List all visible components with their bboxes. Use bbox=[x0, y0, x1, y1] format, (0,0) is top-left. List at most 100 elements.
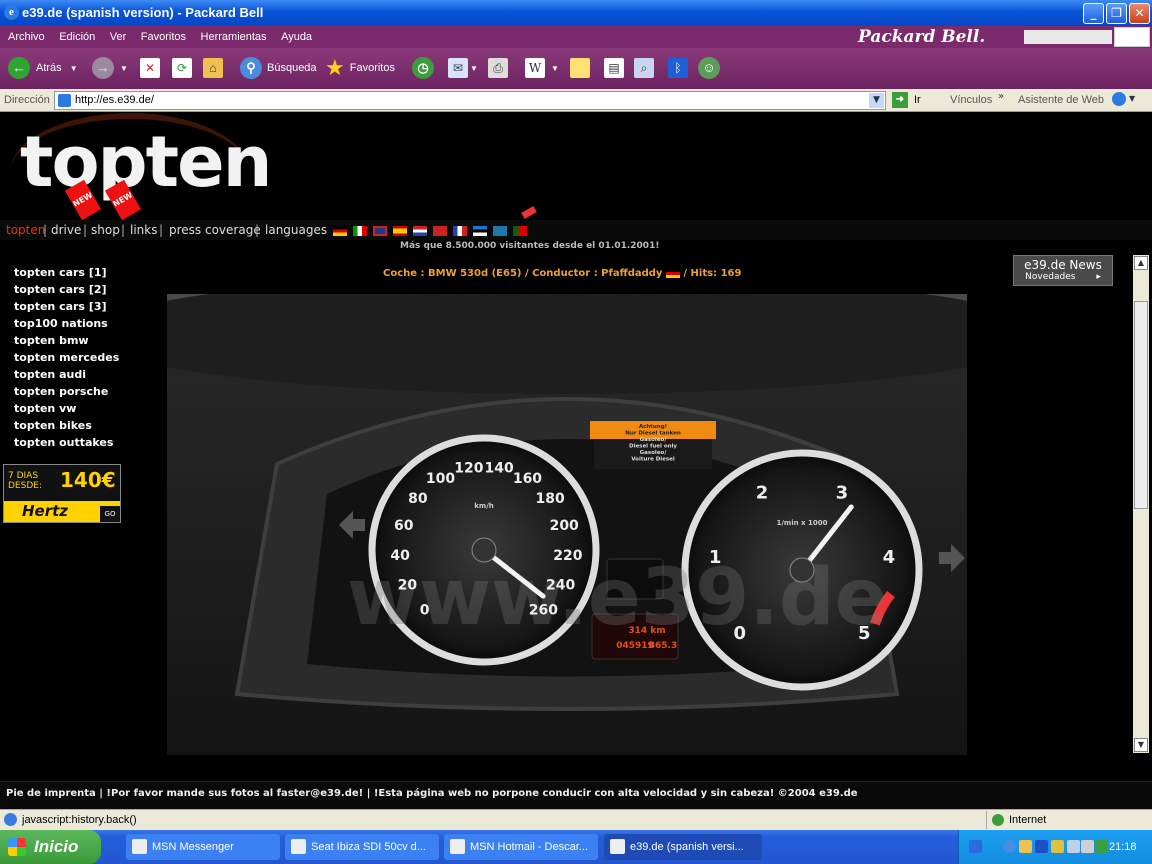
menu-archivo[interactable]: Archivo bbox=[8, 26, 45, 48]
forward-button[interactable]: → ▼ bbox=[92, 56, 128, 80]
flag-nl-icon[interactable] bbox=[413, 226, 427, 236]
tacho-tick-label: 2 bbox=[756, 483, 769, 504]
flag-ee-icon[interactable] bbox=[473, 226, 487, 236]
warning-label-line: Nur Diesel tanken bbox=[625, 431, 681, 437]
history-icon: ◷ bbox=[412, 57, 434, 79]
menu-topten-mercedes[interactable]: topten mercedes bbox=[14, 351, 119, 368]
menu-topten-porsche[interactable]: topten porsche bbox=[14, 385, 119, 402]
menu-topten-bikes[interactable]: topten bikes bbox=[14, 419, 119, 436]
monitor-icon[interactable] bbox=[1067, 840, 1080, 853]
minimize-button[interactable]: _ bbox=[1083, 3, 1104, 24]
site-logo[interactable]: topten bbox=[20, 127, 272, 197]
task-seat-ibiza[interactable]: Seat Ibiza SDI 50cv d... bbox=[285, 834, 439, 860]
go-label: Ir bbox=[914, 93, 921, 106]
research-button[interactable]: ⌕ bbox=[634, 56, 654, 80]
stop-button[interactable]: ✕ bbox=[140, 56, 160, 80]
flag-de-icon[interactable] bbox=[333, 226, 347, 236]
task-msn-hotmail[interactable]: MSN Hotmail - Descar... bbox=[444, 834, 598, 860]
menu-topten-vw[interactable]: topten vw bbox=[14, 402, 119, 419]
chevron-right-icon[interactable]: » bbox=[998, 91, 1004, 102]
ie-icon: e bbox=[4, 5, 19, 20]
nav-shop[interactable]: shop bbox=[91, 223, 120, 237]
edit-button[interactable]: W ▼ bbox=[525, 56, 559, 80]
messenger-icon[interactable] bbox=[1095, 840, 1108, 853]
car-info-text: Coche : BMW 530d (E65) / Conductor : Pfa… bbox=[383, 268, 663, 279]
globe-icon[interactable] bbox=[1112, 92, 1126, 106]
speedo-tick-label: 80 bbox=[408, 491, 428, 507]
scroll-up-icon[interactable]: ▲ bbox=[1134, 256, 1148, 270]
speedo-tick-label: 60 bbox=[394, 518, 414, 534]
flag-es-icon[interactable] bbox=[393, 226, 407, 236]
chevron-down-icon[interactable]: ▼ bbox=[1129, 94, 1135, 103]
status-bar: javascript:history.back() Internet bbox=[0, 809, 1152, 830]
chevron-down-icon[interactable]: ▼ bbox=[869, 93, 884, 108]
nav-separator: | bbox=[43, 223, 48, 237]
menu-topten-outtakes[interactable]: topten outtakes bbox=[14, 436, 119, 453]
nav-links[interactable]: links bbox=[130, 223, 157, 237]
nav-languages[interactable]: languages bbox=[265, 223, 327, 237]
bluetooth-button[interactable]: ᛒ bbox=[668, 56, 688, 80]
task-msn-messenger[interactable]: MSN Messenger bbox=[126, 834, 280, 860]
nav-drive[interactable]: drive bbox=[51, 223, 81, 237]
menu-top100-nations[interactable]: top100 nations bbox=[14, 317, 119, 334]
flag-uk-icon[interactable] bbox=[373, 226, 387, 236]
flag-it-icon[interactable] bbox=[353, 226, 367, 236]
menu-herramientas[interactable]: Herramientas bbox=[201, 26, 267, 48]
menu-topten-cars-2[interactable]: topten cars [2] bbox=[14, 283, 119, 300]
tacho-unit: 1/min x 1000 bbox=[777, 519, 828, 527]
menu-edicion[interactable]: Edición bbox=[59, 26, 95, 48]
menu-topten-cars-1[interactable]: topten cars [1] bbox=[14, 266, 119, 283]
flag-fr-icon[interactable] bbox=[453, 226, 467, 236]
print-button[interactable]: ⎙ bbox=[488, 56, 508, 80]
maximize-button[interactable]: ❐ bbox=[1106, 3, 1127, 24]
menu-favoritos[interactable]: Favoritos bbox=[141, 26, 186, 48]
keyboard-icon[interactable] bbox=[969, 840, 982, 853]
nav-topten[interactable]: topten bbox=[6, 223, 45, 237]
home-button[interactable]: ⌂ bbox=[203, 56, 223, 80]
menu-ver[interactable]: Ver bbox=[110, 26, 127, 48]
close-button[interactable]: ✕ bbox=[1129, 3, 1150, 24]
volume-icon[interactable] bbox=[1081, 840, 1094, 853]
page-scrollbar[interactable]: ▲ ▼ bbox=[1133, 255, 1149, 753]
menu-topten-bmw[interactable]: topten bmw bbox=[14, 334, 119, 351]
messenger-doc-button[interactable]: ▤ bbox=[604, 56, 624, 80]
chevron-down-icon: ▼ bbox=[120, 63, 128, 73]
address-input[interactable]: http://es.e39.de/ ▼ bbox=[54, 91, 886, 110]
scroll-down-icon[interactable]: ▼ bbox=[1134, 738, 1148, 752]
menu-ayuda[interactable]: Ayuda bbox=[281, 26, 312, 48]
web-assistant[interactable]: Asistente de Web bbox=[1018, 94, 1104, 106]
messenger-button[interactable]: ☺ bbox=[698, 56, 720, 80]
scroll-thumb[interactable] bbox=[1134, 301, 1148, 509]
nav-press-coverage[interactable]: press coverage bbox=[169, 223, 261, 237]
menu-bar: Archivo Edición Ver Favoritos Herramient… bbox=[0, 26, 1152, 48]
history-button[interactable]: ◷ bbox=[412, 56, 434, 80]
start-button[interactable]: Inicio bbox=[0, 830, 101, 864]
nav-separator: | bbox=[159, 223, 164, 237]
task-e39[interactable]: e39.de (spanish versi... bbox=[604, 834, 762, 860]
back-button[interactable]: ← Atrás ▼ bbox=[8, 56, 78, 80]
hertz-go-button[interactable]: GO bbox=[100, 506, 120, 522]
go-button[interactable]: ➜ Ir bbox=[892, 92, 921, 108]
speedo-tick-label: 0 bbox=[420, 602, 430, 618]
network-icon[interactable] bbox=[1019, 840, 1032, 853]
mail-button[interactable]: ✉ ▼ bbox=[448, 56, 478, 80]
notes-button[interactable] bbox=[570, 56, 590, 80]
favorites-button[interactable]: ★ Favoritos bbox=[325, 55, 395, 80]
flag-se-icon[interactable] bbox=[493, 226, 507, 236]
menu-topten-cars-3[interactable]: topten cars [3] bbox=[14, 300, 119, 317]
car-photo[interactable]: www.e39.de 0 20 40 60 80 100 120 140 160 180 200 22… bbox=[167, 294, 967, 755]
menu-topten-audi[interactable]: topten audi bbox=[14, 368, 119, 385]
warning-label-line: Gasoleo/ bbox=[640, 450, 668, 456]
flag-pt-icon[interactable] bbox=[513, 226, 527, 236]
battery-icon[interactable] bbox=[1051, 840, 1064, 853]
chevron-left-icon[interactable] bbox=[1003, 840, 1016, 853]
bluetooth-icon[interactable] bbox=[1035, 840, 1048, 853]
flag-dk-icon[interactable] bbox=[433, 226, 447, 236]
search-button[interactable]: ⚲ Búsqueda bbox=[240, 56, 317, 80]
nav-separator: | bbox=[255, 223, 260, 237]
refresh-button[interactable]: ⟳ bbox=[172, 56, 192, 80]
tacho-tick-label: 5 bbox=[858, 623, 871, 644]
links-button[interactable]: Vínculos bbox=[950, 94, 992, 106]
news-button[interactable]: e39.de News Novedades ▸ bbox=[1013, 255, 1113, 286]
hertz-ad-banner[interactable]: 7 DIAS DESDE: 140€ Hertz GO bbox=[3, 464, 121, 523]
